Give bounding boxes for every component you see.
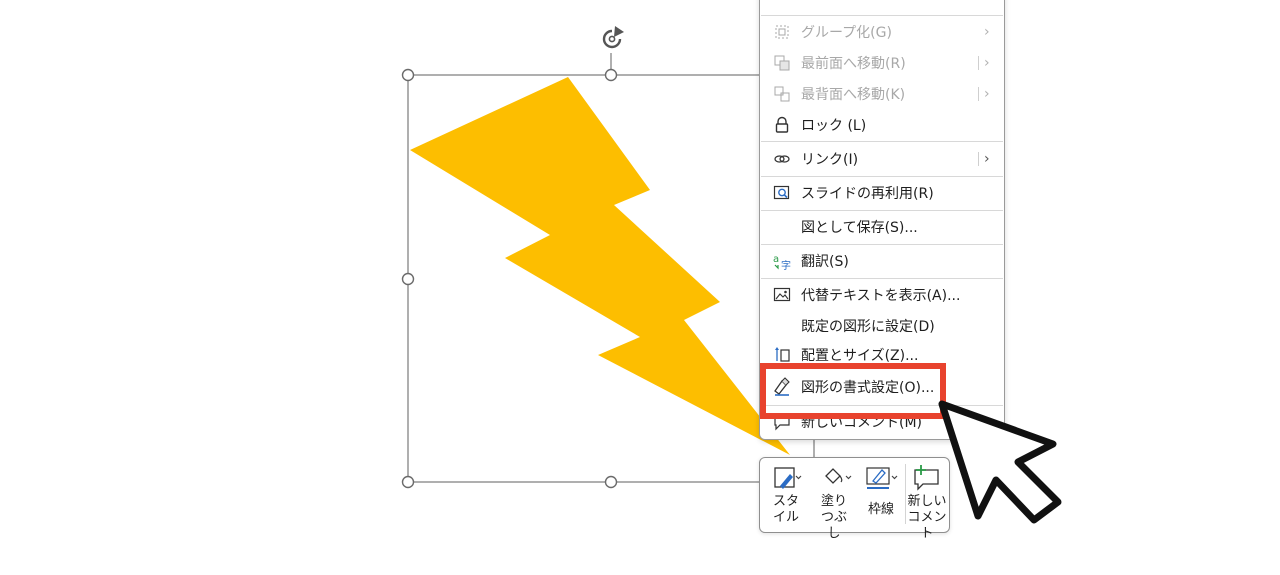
menu-item-label: 翻訳(S): [801, 254, 849, 270]
menu-item-link[interactable]: リンク(I) ›: [760, 144, 1004, 174]
fill-label: 塗りつぶし: [820, 494, 847, 541]
slide-canvas: [0, 0, 1280, 575]
size-position-icon: [772, 345, 792, 365]
menu-item-label: 配置とサイズ(Z)...: [801, 348, 919, 364]
lightning-bolt-shape[interactable]: [410, 77, 790, 455]
menu-separator: [761, 15, 1003, 16]
bring-to-front-icon: [772, 53, 792, 73]
menu-item-label: グループ化(G): [801, 25, 892, 41]
slide-stage: [401, 26, 815, 489]
menu-separator: [761, 278, 1003, 279]
menu-item-label: リンク(I): [801, 152, 859, 168]
menu-item-reuse-slides[interactable]: スライドの再利用(R): [760, 178, 1004, 208]
style-button[interactable]: スタイル: [762, 458, 810, 532]
outline-label: 枠線: [867, 502, 894, 517]
resize-handle-top-middle[interactable]: [604, 68, 618, 82]
menu-item-lock[interactable]: ロック (L): [760, 110, 1004, 140]
mini-toolbar: スタイル 塗りつぶし 枠線 新しいコメント: [759, 457, 950, 541]
chevron-right-icon: ›: [984, 55, 990, 71]
highlight-box: [760, 363, 946, 419]
reuse-slides-icon: [772, 183, 792, 203]
outline-pen-icon: [865, 464, 898, 492]
menu-item-label: 最背面へ移動(K): [801, 87, 906, 103]
chevron-right-icon: ›: [984, 151, 990, 167]
lock-icon: [772, 115, 792, 135]
chevron-right-icon: ›: [984, 86, 990, 102]
resize-handle-bottom-middle[interactable]: [604, 475, 618, 489]
menu-item-label: 既定の図形に設定(D): [801, 319, 935, 335]
menu-item-save-as-picture[interactable]: 図として保存(S)...: [760, 212, 1004, 242]
menu-separator: [761, 210, 1003, 211]
group-icon: [772, 22, 792, 42]
menu-item-label: 図として保存(S)...: [801, 220, 918, 236]
menu-separator: [761, 176, 1003, 177]
menu-item-label: 代替テキストを表示(A)...: [801, 288, 961, 304]
link-icon: [772, 149, 792, 169]
mouse-pointer-icon: [938, 400, 1062, 524]
fill-button[interactable]: 塗りつぶし: [812, 458, 856, 541]
rotate-handle[interactable]: [602, 26, 624, 75]
send-to-back-icon: [772, 84, 792, 104]
menu-item-label: スライドの再利用(R): [801, 186, 934, 202]
menu-item-bring-to-front[interactable]: 最前面へ移動(R) ›: [760, 48, 1004, 78]
menu-item-label: ロック (L): [801, 118, 867, 134]
paint-bucket-icon: [820, 464, 852, 492]
menu-separator: [761, 244, 1003, 245]
menu-item-group[interactable]: グループ化(G) ›: [760, 17, 1004, 47]
menu-item-translate[interactable]: a字 翻訳(S): [760, 246, 1004, 276]
menu-item-alt-text[interactable]: 代替テキストを表示(A)...: [760, 280, 1004, 310]
chevron-right-icon: ›: [984, 24, 990, 40]
alt-text-icon: [772, 285, 792, 305]
shape-style-icon: [772, 464, 802, 492]
menu-item-send-to-back[interactable]: 最背面へ移動(K) ›: [760, 79, 1004, 109]
menu-item-set-default-shape[interactable]: 既定の図形に設定(D): [760, 311, 1004, 341]
outline-button[interactable]: 枠線: [858, 458, 904, 532]
menu-separator: [761, 141, 1003, 142]
svg-text:字: 字: [781, 259, 791, 271]
resize-handle-middle-left[interactable]: [401, 272, 415, 286]
resize-handle-bottom-left[interactable]: [401, 475, 415, 489]
resize-handle-top-left[interactable]: [401, 68, 415, 82]
translate-icon: a字: [772, 251, 792, 271]
menu-item-label: 最前面へ移動(R): [801, 56, 906, 72]
svg-text:a: a: [773, 254, 779, 265]
style-label: スタイル: [772, 494, 799, 525]
